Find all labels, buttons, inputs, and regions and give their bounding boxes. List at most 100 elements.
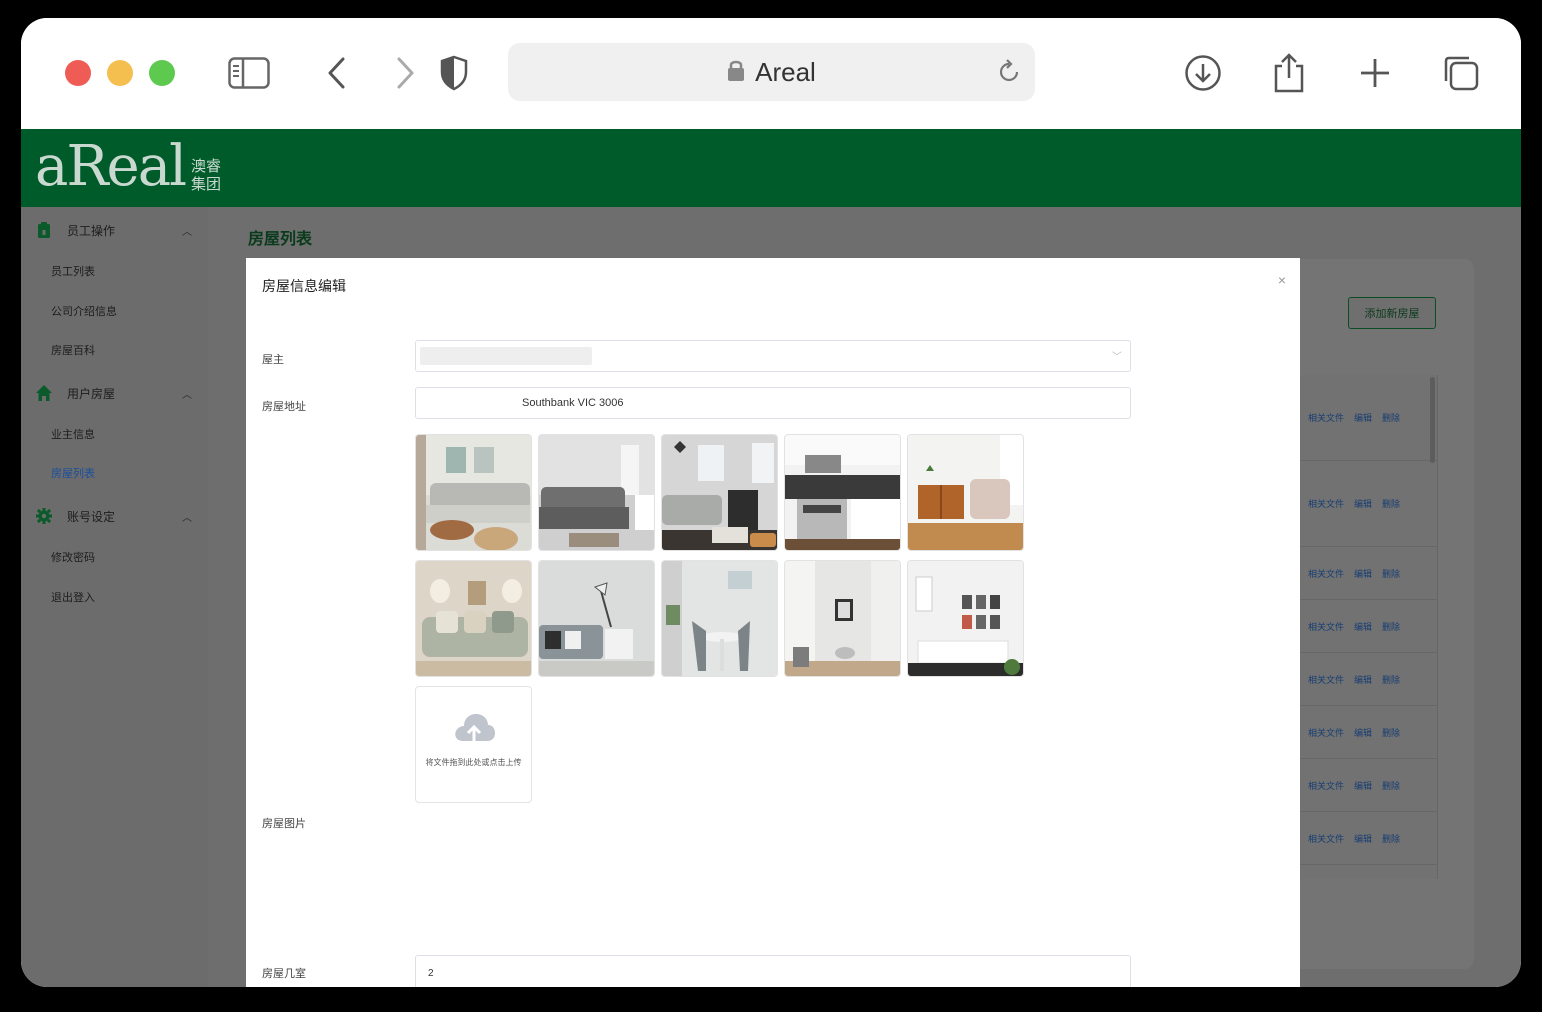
back-icon[interactable]: [315, 52, 359, 94]
sidebar-group-label: 员工操作: [67, 223, 116, 238]
page-title: 房屋列表: [248, 229, 313, 248]
files-link[interactable]: 相关文件: [1308, 567, 1344, 580]
sidebar-item-change-password[interactable]: 修改密码: [51, 549, 95, 565]
privacy-shield-icon[interactable]: [432, 52, 476, 94]
browser-toolbar: Areal: [21, 18, 1521, 129]
house-photo-thumb[interactable]: [907, 434, 1024, 551]
house-photo-thumb[interactable]: [661, 560, 778, 677]
address-bar[interactable]: Areal: [508, 43, 1035, 101]
reload-icon[interactable]: [995, 58, 1023, 91]
rooms-input[interactable]: 2: [415, 955, 1131, 987]
forward-icon[interactable]: [383, 52, 427, 94]
sidebar-item-house-list[interactable]: 房屋列表: [51, 465, 95, 481]
table-row: 相关文件 编辑 删除: [1298, 547, 1438, 600]
delete-link[interactable]: 删除: [1382, 673, 1400, 686]
files-link[interactable]: 相关文件: [1308, 673, 1344, 686]
edit-link[interactable]: 编辑: [1354, 779, 1372, 792]
sidebar-item-house-wiki[interactable]: 房屋百科: [51, 342, 95, 358]
edit-link[interactable]: 编辑: [1354, 832, 1372, 845]
files-link[interactable]: 相关文件: [1308, 620, 1344, 633]
table-row: 相关文件 编辑 删除: [1298, 812, 1438, 865]
close-icon[interactable]: ×: [1278, 272, 1286, 288]
edit-link[interactable]: 编辑: [1354, 673, 1372, 686]
clipboard-icon: [35, 221, 53, 239]
chevron-up-icon: ︿: [182, 226, 192, 238]
owner-label: 屋主: [262, 353, 284, 366]
download-icon[interactable]: [1181, 52, 1225, 94]
sidebar-item-owner-info[interactable]: 业主信息: [51, 426, 95, 442]
cloud-upload-icon: [452, 711, 496, 752]
address-label: 房屋地址: [262, 400, 306, 413]
house-edit-dialog: 房屋信息编辑 × 屋主 ﹀ 房屋地址 Southbank VIC 3006 将文…: [246, 258, 1300, 987]
edit-link[interactable]: 编辑: [1354, 726, 1372, 739]
edit-link[interactable]: 编辑: [1354, 567, 1372, 580]
zoom-window-button[interactable]: [149, 60, 175, 86]
table-row: 相关文件 编辑 删除: [1298, 461, 1438, 547]
new-tab-icon[interactable]: [1353, 52, 1397, 94]
house-photo-thumb[interactable]: [538, 560, 655, 677]
table-row: 相关文件 编辑 删除: [1298, 600, 1438, 653]
table-scrollbar[interactable]: [1430, 377, 1435, 463]
areal-logo[interactable]: aReal 澳睿 集团: [35, 139, 221, 195]
url-text: Areal: [755, 56, 816, 87]
lock-icon: [727, 58, 745, 87]
delete-link[interactable]: 删除: [1382, 411, 1400, 424]
add-house-button[interactable]: 添加新房屋: [1348, 297, 1436, 329]
sidebar-group-label: 账号设定: [67, 509, 116, 524]
sidebar-group-account[interactable]: 账号设定 ︿: [21, 501, 208, 531]
dialog-title: 房屋信息编辑: [262, 279, 346, 295]
rooms-value: 2: [428, 968, 434, 979]
sidebar-item-staff-list[interactable]: 员工列表: [51, 263, 95, 279]
delete-link[interactable]: 删除: [1382, 832, 1400, 845]
house-photo-thumb[interactable]: [661, 434, 778, 551]
home-icon: [35, 384, 53, 402]
logo-cn-bottom: 集团: [191, 175, 222, 193]
table-row: 相关文件 编辑 删除: [1298, 375, 1438, 461]
delete-link[interactable]: 删除: [1382, 497, 1400, 510]
tab-overview-icon[interactable]: [1439, 52, 1483, 94]
logo-cn-top: 澳睿: [191, 157, 222, 175]
house-photo-thumb[interactable]: [784, 560, 901, 677]
logo-cn: 澳睿 集团: [191, 157, 221, 193]
delete-link[interactable]: 删除: [1382, 779, 1400, 792]
close-window-button[interactable]: [65, 60, 91, 86]
delete-link[interactable]: 删除: [1382, 567, 1400, 580]
chevron-up-icon: ︿: [182, 512, 192, 524]
delete-link[interactable]: 删除: [1382, 620, 1400, 633]
owner-selected-value: [420, 347, 592, 365]
gear-icon: [35, 507, 53, 525]
files-link[interactable]: 相关文件: [1308, 832, 1344, 845]
delete-link[interactable]: 删除: [1382, 726, 1400, 739]
files-link[interactable]: 相关文件: [1308, 779, 1344, 792]
address-input[interactable]: Southbank VIC 3006: [415, 387, 1131, 419]
browser-window: Areal aReal 澳睿 集团 员工操作 ︿ 员工列表 公司介绍信息 房屋百…: [21, 18, 1521, 987]
files-link[interactable]: 相关文件: [1308, 411, 1344, 424]
table-row: 相关文件 编辑 删除: [1298, 653, 1438, 706]
house-photo-thumb[interactable]: [415, 434, 532, 551]
sidebar-item-logout[interactable]: 退出登入: [51, 589, 95, 605]
edit-link[interactable]: 编辑: [1354, 620, 1372, 633]
chevron-down-icon: ﹀: [1112, 352, 1122, 363]
table-row: 相关文件 编辑 删除: [1298, 759, 1438, 812]
edit-link[interactable]: 编辑: [1354, 411, 1372, 424]
sidebar-toggle-icon[interactable]: [227, 52, 271, 94]
sidebar-group-user-houses[interactable]: 用户房屋 ︿: [21, 378, 208, 408]
address-value: Southbank VIC 3006: [522, 397, 624, 409]
files-link[interactable]: 相关文件: [1308, 497, 1344, 510]
share-icon[interactable]: [1267, 52, 1311, 94]
sidebar-group-staff[interactable]: 员工操作 ︿: [21, 215, 208, 245]
house-photo-thumb[interactable]: [907, 560, 1024, 677]
sidebar-item-company-info[interactable]: 公司介绍信息: [51, 303, 117, 319]
sidebar: 员工操作 ︿ 员工列表 公司介绍信息 房屋百科 用户房屋 ︿ 业主信息 房屋列表…: [21, 207, 208, 987]
owner-select[interactable]: ﹀: [415, 340, 1131, 372]
house-photo-thumb[interactable]: [784, 434, 901, 551]
photos-label: 房屋图片: [262, 817, 306, 830]
minimize-window-button[interactable]: [107, 60, 133, 86]
photo-upload-dropzone[interactable]: 将文件拖到此处或点击上传: [415, 686, 532, 803]
files-link[interactable]: 相关文件: [1308, 726, 1344, 739]
edit-link[interactable]: 编辑: [1354, 497, 1372, 510]
table-row: 相关文件 编辑 删除: [1298, 706, 1438, 759]
app-header: aReal 澳睿 集团: [21, 129, 1521, 207]
house-photo-thumb[interactable]: [415, 560, 532, 677]
house-photo-thumb[interactable]: [538, 434, 655, 551]
